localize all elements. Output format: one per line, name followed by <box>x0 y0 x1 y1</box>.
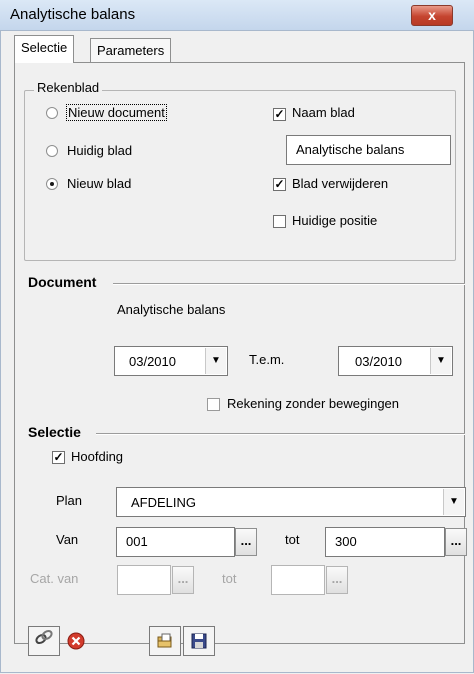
chain-link-icon <box>34 629 54 648</box>
van-label: Van <box>56 532 79 547</box>
chevron-down-icon[interactable]: ▼ <box>205 348 226 374</box>
radio-nieuw-document-label: Nieuw document <box>66 104 167 121</box>
to-label: T.e.m. <box>249 352 285 367</box>
checkbox-rekening-zonder-label: Rekening zonder bewegingen <box>227 396 400 411</box>
selectie-divider-highlight <box>96 434 465 435</box>
cat-van-browse-button[interactable]: ... <box>172 566 194 594</box>
close-button[interactable]: x <box>411 5 453 26</box>
checkbox-hoofding[interactable]: ✓ <box>52 451 65 464</box>
checkbox-hoofding-label: Hoofding <box>71 449 124 464</box>
tab-selectie-label: Selectie <box>21 40 68 55</box>
save-button[interactable] <box>183 626 215 656</box>
folder-open-icon <box>156 633 174 653</box>
cat-van-label: Cat. van <box>30 571 79 586</box>
checkbox-naam-blad[interactable]: ✓ <box>273 108 286 121</box>
checkbox-rekening-zonder[interactable] <box>207 398 220 411</box>
tot-browse-button[interactable]: ... <box>445 528 467 556</box>
checkbox-blad-verwijderen-label: Blad verwijderen <box>292 176 389 191</box>
radio-huidig-blad-label: Huidig blad <box>67 143 133 158</box>
tot-input[interactable]: 300 <box>325 527 445 557</box>
naam-blad-input[interactable]: Analytische balans <box>286 135 451 165</box>
red-x-icon <box>66 632 86 654</box>
close-icon: x <box>428 7 436 23</box>
tab-parameters-label: Parameters <box>97 43 165 58</box>
radio-nieuw-document[interactable] <box>46 107 58 119</box>
checkbox-huidige-positie-label: Huidige positie <box>292 213 378 228</box>
plan-select[interactable]: AFDELING ▼ <box>116 487 466 517</box>
selectie-section-title: Selectie <box>28 424 81 440</box>
from-period-value: 03/2010 <box>129 354 176 369</box>
checkbox-naam-blad-label: Naam blad <box>292 105 355 120</box>
plan-label: Plan <box>56 493 83 508</box>
open-button[interactable] <box>149 626 181 656</box>
chevron-down-icon[interactable]: ▼ <box>430 348 451 374</box>
tab-parameters[interactable]: Parameters <box>90 38 172 63</box>
from-period-select[interactable]: 03/2010 ▼ <box>114 346 228 376</box>
checkbox-huidige-positie[interactable] <box>273 215 286 228</box>
chevron-down-icon[interactable]: ▼ <box>443 489 464 515</box>
van-browse-button[interactable]: ... <box>235 528 257 556</box>
checkbox-blad-verwijderen[interactable]: ✓ <box>273 178 286 191</box>
radio-nieuw-blad-label: Nieuw blad <box>67 176 132 191</box>
floppy-save-icon <box>190 633 208 653</box>
cat-tot-browse-button[interactable]: ... <box>326 566 348 594</box>
tab-selectie[interactable]: Selectie <box>14 35 75 63</box>
plan-value: AFDELING <box>131 495 197 510</box>
cat-tot-input[interactable] <box>271 565 325 595</box>
document-section-title: Document <box>28 274 97 290</box>
to-period-value: 03/2010 <box>355 354 402 369</box>
rekenblad-group-label: Rekenblad <box>34 80 103 95</box>
radio-huidig-blad[interactable] <box>46 145 58 157</box>
cat-tot-label: tot <box>222 571 237 586</box>
document-name: Analytische balans <box>117 302 226 317</box>
cancel-button[interactable] <box>66 628 92 654</box>
tot-label: tot <box>285 532 300 547</box>
radio-nieuw-blad[interactable] <box>46 178 58 190</box>
cat-van-input[interactable] <box>117 565 171 595</box>
document-divider-highlight <box>113 284 465 285</box>
window-title: Analytische balans <box>10 6 136 23</box>
to-period-select[interactable]: 03/2010 ▼ <box>338 346 453 376</box>
van-input[interactable]: 001 <box>116 527 235 557</box>
execute-button[interactable] <box>28 626 60 656</box>
